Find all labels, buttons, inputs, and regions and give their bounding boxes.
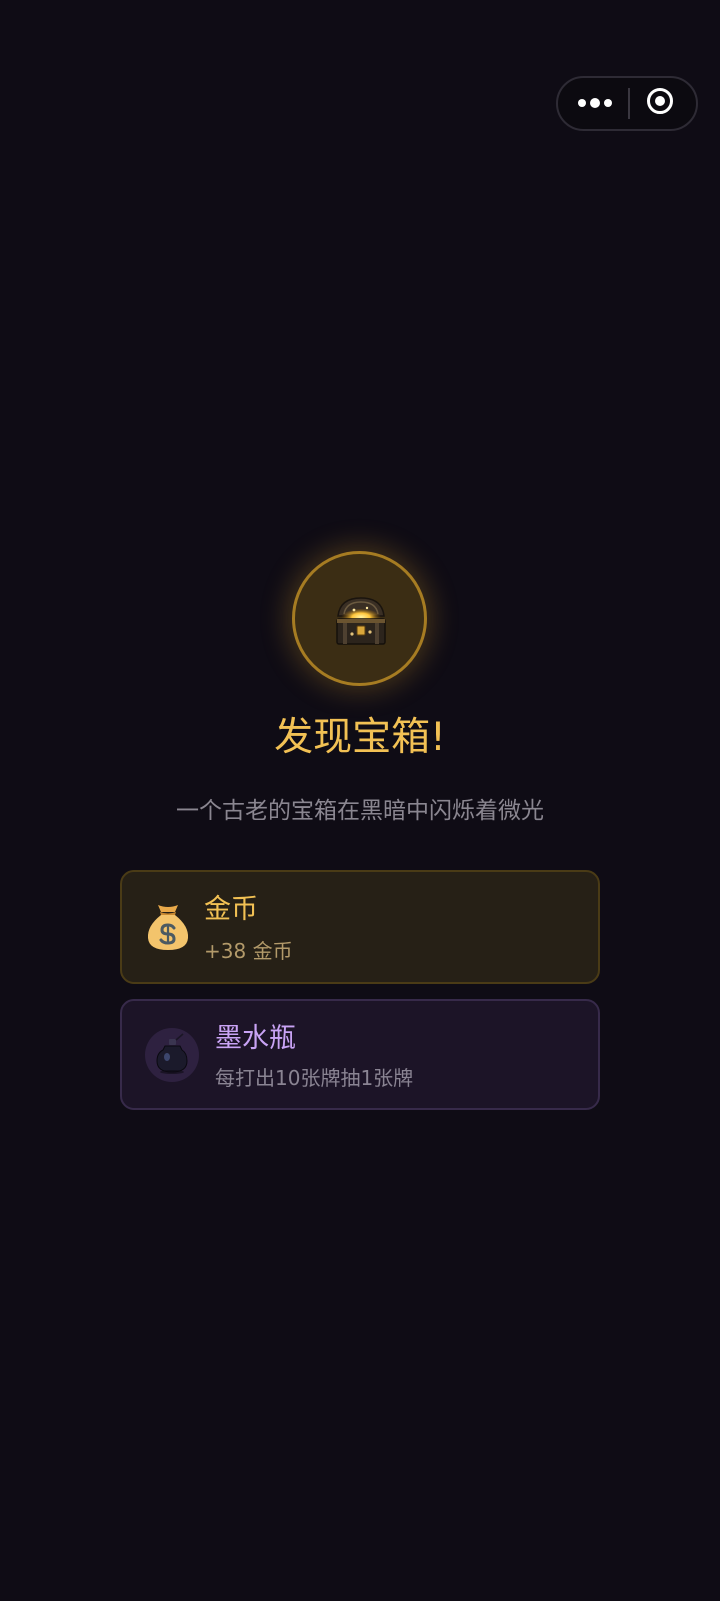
more-dots-icon-right bbox=[604, 99, 612, 107]
money-bag-icon bbox=[147, 905, 189, 950]
treasure-chest-icon bbox=[336, 597, 386, 645]
reward-description: +38 金币 bbox=[204, 939, 293, 963]
close-mini-program-button[interactable] bbox=[630, 78, 696, 129]
mini-program-capsule bbox=[556, 76, 698, 131]
more-dots-icon bbox=[578, 99, 586, 107]
treasure-chest-badge bbox=[292, 551, 427, 686]
ink-bottle-badge bbox=[145, 1028, 199, 1082]
reward-name: 墨水瓶 bbox=[215, 1023, 296, 1054]
more-dots-icon-center bbox=[590, 98, 600, 108]
reward-card-gold[interactable]: 金币 +38 金币 bbox=[120, 870, 600, 984]
reward-description: 每打出10张牌抽1张牌 bbox=[215, 1066, 414, 1090]
ink-bottle-icon bbox=[156, 1033, 188, 1074]
page-subtitle: 一个古老的宝箱在黑暗中闪烁着微光 bbox=[176, 798, 544, 824]
reward-card-ink-bottle[interactable]: 墨水瓶 每打出10张牌抽1张牌 bbox=[120, 999, 600, 1110]
page-title: 发现宝箱! bbox=[274, 715, 446, 760]
more-options-button[interactable] bbox=[558, 78, 628, 129]
reward-name: 金币 bbox=[204, 894, 258, 925]
target-circle-icon bbox=[647, 88, 673, 114]
